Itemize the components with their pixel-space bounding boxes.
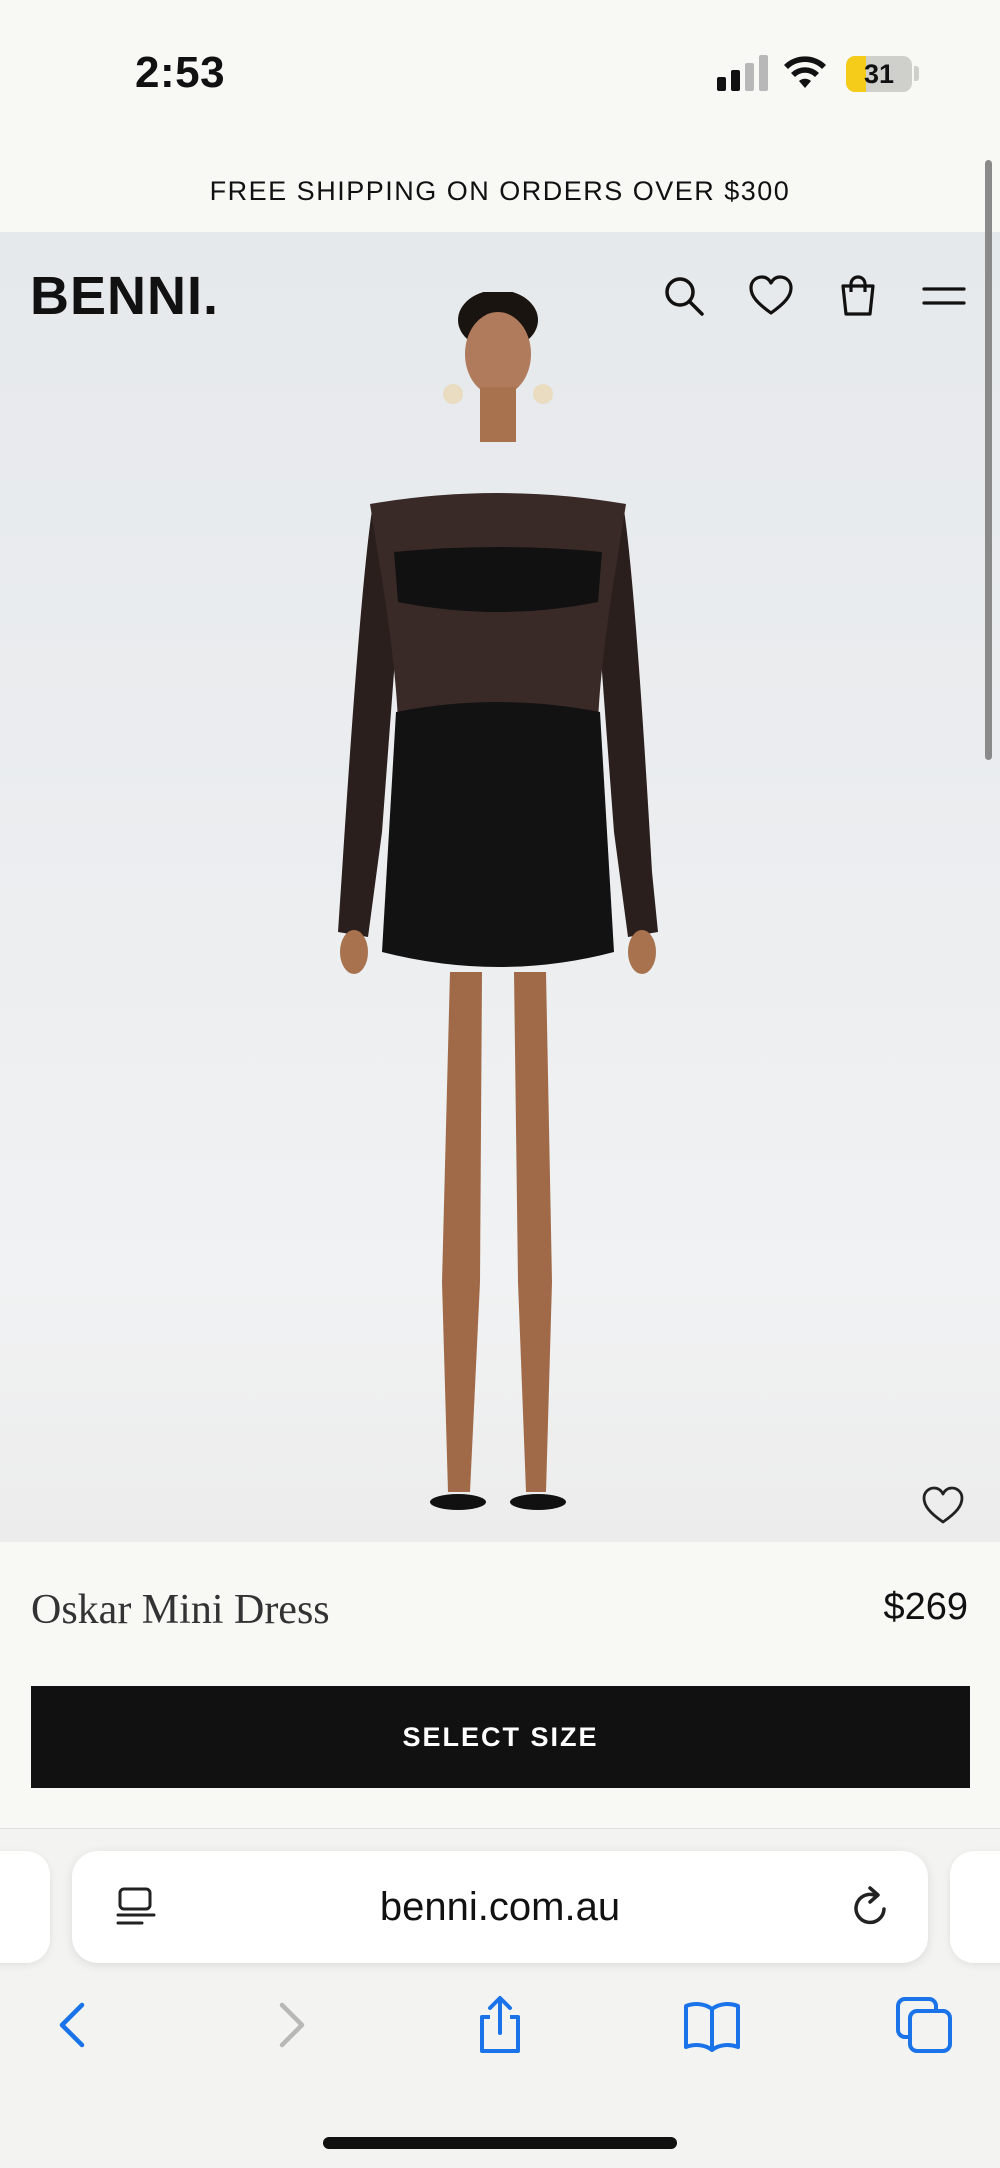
- product-hero: BENNI.: [0, 232, 1000, 1542]
- tabs-icon[interactable]: [894, 1995, 954, 2055]
- next-tab-card[interactable]: [950, 1851, 1000, 1963]
- bookmarks-icon[interactable]: [682, 1995, 742, 2055]
- menu-icon[interactable]: [920, 272, 968, 320]
- product-price: $269: [883, 1586, 968, 1628]
- heart-icon[interactable]: [747, 272, 795, 320]
- url-text: benni.com.au: [379, 1885, 621, 1929]
- status-bar: 2:53 31: [0, 0, 1000, 150]
- page-scrollbar[interactable]: [985, 160, 992, 760]
- product-image[interactable]: [330, 292, 670, 1532]
- forward-icon[interactable]: [260, 1995, 320, 2055]
- wishlist-heart-icon[interactable]: [920, 1484, 966, 1526]
- address-bar[interactable]: benni.com.au: [72, 1851, 928, 1963]
- select-size-button[interactable]: SELECT SIZE: [31, 1686, 970, 1788]
- product-info: Oskar Mini Dress $269 SELECT SIZE: [0, 1542, 1000, 1828]
- reload-icon[interactable]: [846, 1883, 894, 1931]
- cellular-signal-icon: [717, 55, 769, 91]
- battery-icon: 31: [846, 56, 912, 92]
- previous-tab-card[interactable]: [0, 1851, 50, 1963]
- browser-toolbar: benni.com.au: [0, 1828, 1000, 2168]
- share-icon[interactable]: [470, 1995, 530, 2055]
- announcement-bar: FREE SHIPPING ON ORDERS OVER $300: [0, 150, 1000, 232]
- brand-logo[interactable]: BENNI.: [30, 265, 219, 327]
- wifi-icon: [784, 56, 826, 88]
- product-name: Oskar Mini Dress: [31, 1587, 330, 1633]
- home-indicator[interactable]: [323, 2137, 677, 2149]
- bag-icon[interactable]: [834, 272, 882, 320]
- battery-level: 31: [863, 59, 895, 89]
- back-icon[interactable]: [44, 1995, 104, 2055]
- battery-cap: [914, 66, 919, 81]
- status-time: 2:53: [135, 48, 226, 97]
